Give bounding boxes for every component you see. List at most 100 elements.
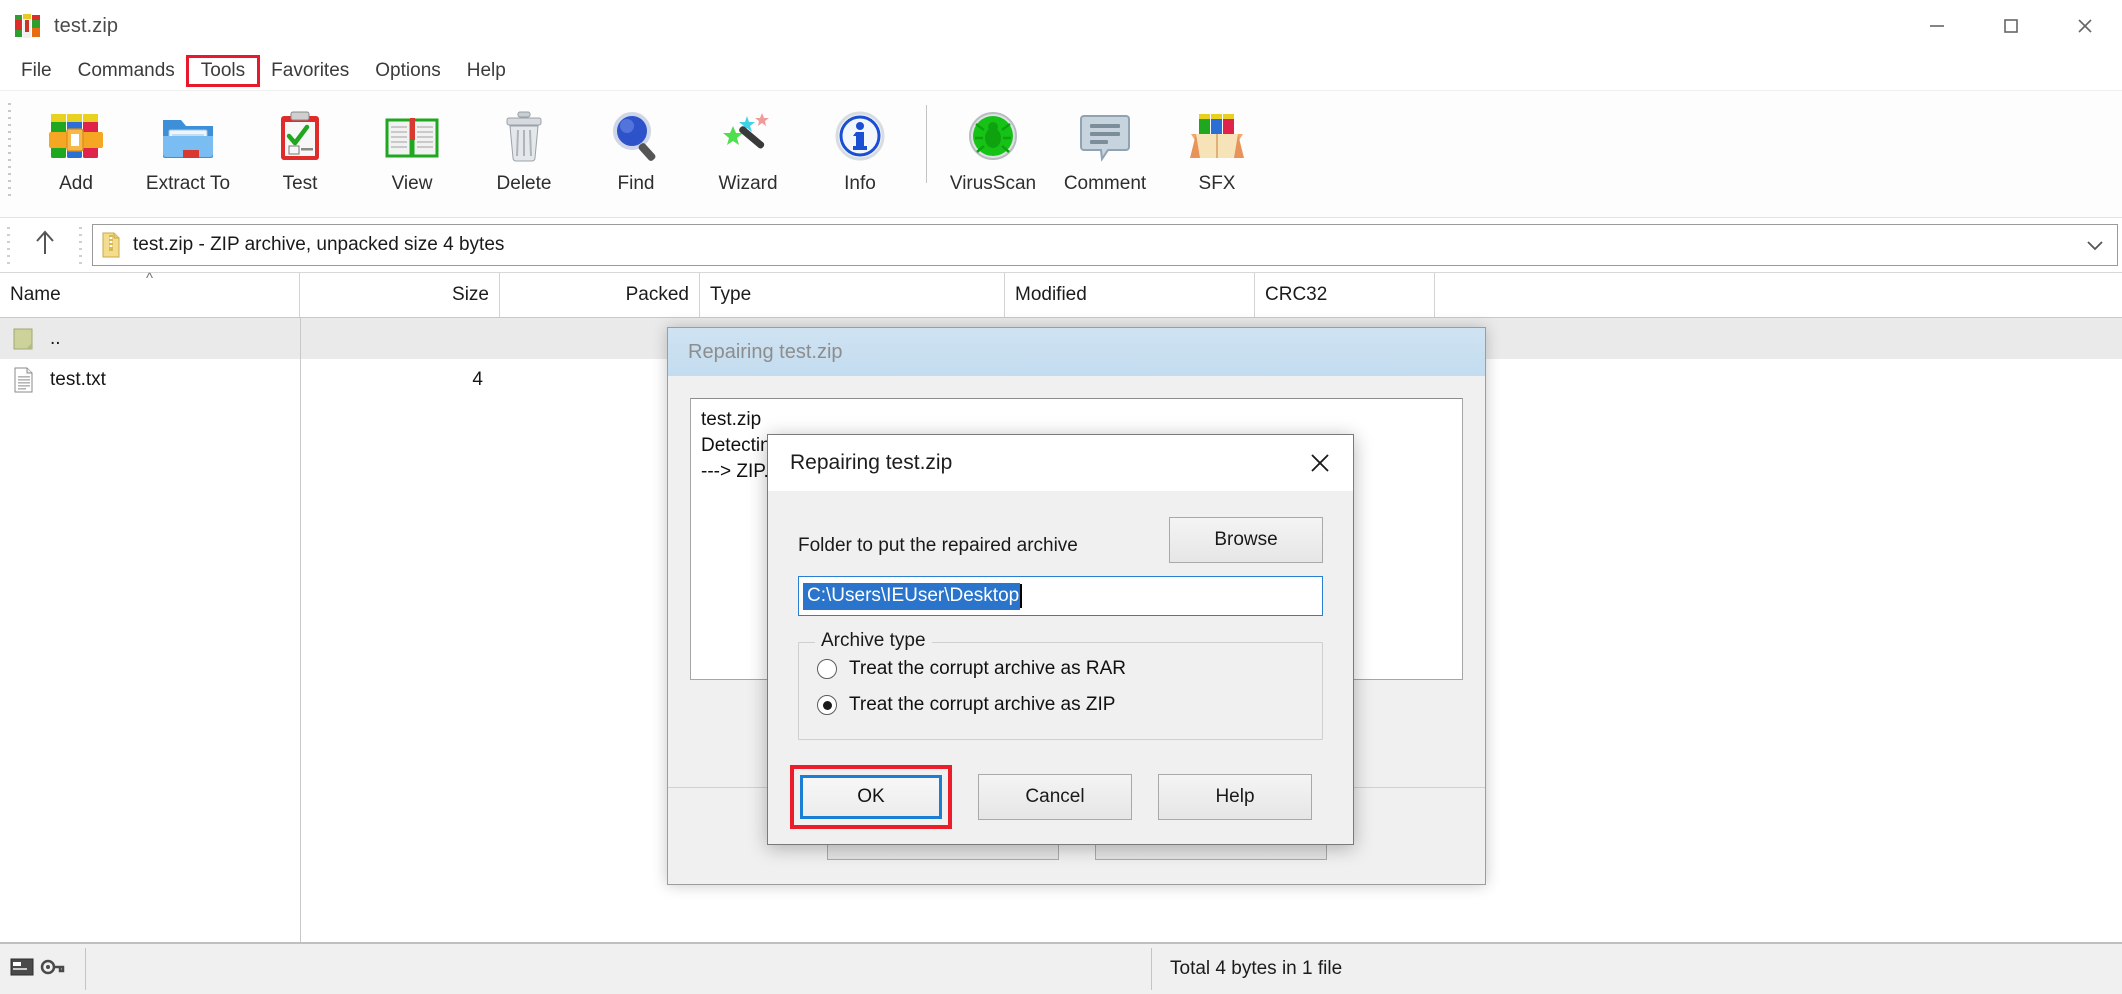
add-archive-icon <box>45 105 107 167</box>
maximize-button[interactable] <box>1974 0 2048 52</box>
column-label-size: Size <box>452 284 489 305</box>
modal-help-button[interactable]: Help <box>1158 774 1312 820</box>
address-bar: test.zip - ZIP archive, unpacked size 4 … <box>0 218 2122 273</box>
toolbar-label-wizard: Wizard <box>718 173 778 194</box>
column-header-row: ^ Name Size Packed Type Modified CRC32 <box>0 270 2122 318</box>
toolbar-button-virusscan[interactable]: VirusScan <box>937 99 1049 195</box>
folder-row: Folder to put the repaired archive Brows… <box>798 517 1323 563</box>
radio-label-zip: Treat the corrupt archive as ZIP <box>849 694 1116 715</box>
radio-button-zip[interactable] <box>817 695 837 715</box>
sfx-box-icon <box>1186 105 1248 167</box>
column-label-name: Name <box>10 284 61 305</box>
archive-type-legend: Archive type <box>815 630 932 652</box>
toolbar-button-comment[interactable]: Comment <box>1049 99 1161 195</box>
table-row[interactable]: .. <box>0 318 300 359</box>
statusbar-total-text: Total 4 bytes in 1 file <box>1170 958 1343 979</box>
statusbar-icons <box>0 956 85 983</box>
file-name: .. <box>50 327 61 349</box>
column-header-crc32[interactable]: CRC32 <box>1255 273 1435 317</box>
minimize-button[interactable] <box>1900 0 1974 52</box>
menu-item-help[interactable]: Help <box>454 57 519 85</box>
file-name: test.txt <box>50 368 106 390</box>
menu-item-tools[interactable]: Tools <box>185 55 261 87</box>
arrow-up-icon <box>32 228 58 263</box>
toolbar-label-sfx: SFX <box>1198 173 1236 194</box>
cancel-button[interactable]: Cancel <box>978 774 1132 820</box>
column-label-crc32: CRC32 <box>1265 284 1328 305</box>
toolbar-grip[interactable] <box>4 99 16 199</box>
toolbar-button-extract-to[interactable]: Extract To <box>132 99 244 195</box>
address-bar-grip[interactable] <box>4 225 14 265</box>
chevron-down-icon[interactable] <box>2073 239 2117 251</box>
virusscan-bug-icon <box>962 105 1024 167</box>
toolbar-button-view[interactable]: View <box>356 99 468 195</box>
folder-path-input[interactable]: C:\Users\IEUser\Desktop <box>798 576 1323 616</box>
toolbar-label-delete: Delete <box>496 173 552 194</box>
radio-option-rar[interactable]: Treat the corrupt archive as RAR <box>799 651 1322 687</box>
file-list-left-pane: .. test.txt <box>0 318 301 942</box>
browse-button[interactable]: Browse <box>1169 517 1323 563</box>
comment-bubble-icon <box>1074 105 1136 167</box>
toolbar-label-test: Test <box>282 173 318 194</box>
progress-dialog-title: Repairing test.zip <box>668 328 1485 376</box>
info-circle-icon <box>829 105 891 167</box>
view-book-icon <box>381 105 443 167</box>
radio-button-rar[interactable] <box>817 659 837 679</box>
column-label-packed: Packed <box>625 284 689 305</box>
toolbar-label-info: Info <box>844 173 876 194</box>
column-header-filler <box>1435 273 2122 317</box>
column-header-packed[interactable]: Packed <box>500 273 700 317</box>
statusbar: Total 4 bytes in 1 file <box>0 942 2122 994</box>
ok-button-highlight: OK <box>790 765 952 829</box>
window-title: test.zip <box>54 14 119 37</box>
test-clipboard-icon <box>269 105 331 167</box>
toolbar-button-add[interactable]: Add <box>20 99 132 195</box>
modal-body: Folder to put the repaired archive Brows… <box>768 491 1353 750</box>
toolbar-label-comment: Comment <box>1063 173 1147 194</box>
extract-folder-icon <box>157 105 219 167</box>
toolbar-label-find: Find <box>617 173 655 194</box>
close-icon[interactable] <box>1287 435 1353 491</box>
radio-option-zip[interactable]: Treat the corrupt archive as ZIP <box>799 687 1322 723</box>
statusbar-divider <box>85 948 86 990</box>
column-header-modified[interactable]: Modified <box>1005 273 1255 317</box>
toolbar-button-wizard[interactable]: Wizard <box>692 99 804 195</box>
ok-button[interactable]: OK <box>800 775 942 819</box>
toolbar: Add Extract To Test View Delete Find Wiz… <box>0 91 2122 218</box>
up-one-level-button[interactable] <box>14 222 76 268</box>
radio-label-rar: Treat the corrupt archive as RAR <box>849 658 1127 679</box>
toolbar-button-test[interactable]: Test <box>244 99 356 195</box>
text-file-icon <box>12 366 36 394</box>
delete-trash-icon <box>493 105 555 167</box>
address-text: test.zip - ZIP archive, unpacked size 4 … <box>133 234 505 255</box>
text-caret <box>1020 584 1023 608</box>
winrar-books-icon <box>14 12 42 40</box>
column-header-type[interactable]: Type <box>700 273 1005 317</box>
column-header-name[interactable]: ^ Name <box>0 270 300 317</box>
titlebar: test.zip <box>0 0 2122 52</box>
column-header-size[interactable]: Size <box>300 273 500 317</box>
toolbar-separator <box>926 105 927 183</box>
folder-path-value: C:\Users\IEUser\Desktop <box>803 582 1021 610</box>
modal-titlebar: Repairing test.zip <box>768 435 1353 491</box>
menu-item-commands[interactable]: Commands <box>65 57 188 85</box>
menu-item-file[interactable]: File <box>8 57 65 85</box>
toolbar-button-info[interactable]: Info <box>804 99 916 195</box>
key-status-icon[interactable] <box>40 956 66 983</box>
toolbar-button-find[interactable]: Find <box>580 99 692 195</box>
menu-item-favorites[interactable]: Favorites <box>258 57 362 85</box>
sort-ascending-icon: ^ <box>145 270 154 287</box>
close-button[interactable] <box>2048 0 2122 52</box>
address-combobox[interactable]: test.zip - ZIP archive, unpacked size 4 … <box>92 224 2118 266</box>
address-combo-grip[interactable] <box>76 225 86 265</box>
parent-folder-icon <box>12 325 36 353</box>
archive-status-icon[interactable] <box>10 957 34 982</box>
modal-footer: OK Cancel Help <box>768 750 1353 844</box>
toolbar-button-delete[interactable]: Delete <box>468 99 580 195</box>
toolbar-button-sfx[interactable]: SFX <box>1161 99 1273 195</box>
find-magnifier-icon <box>605 105 667 167</box>
menu-item-options[interactable]: Options <box>362 57 453 85</box>
table-row[interactable]: test.txt <box>0 359 300 400</box>
column-label-modified: Modified <box>1015 284 1087 305</box>
progress-log-line: test.zip <box>701 409 762 430</box>
